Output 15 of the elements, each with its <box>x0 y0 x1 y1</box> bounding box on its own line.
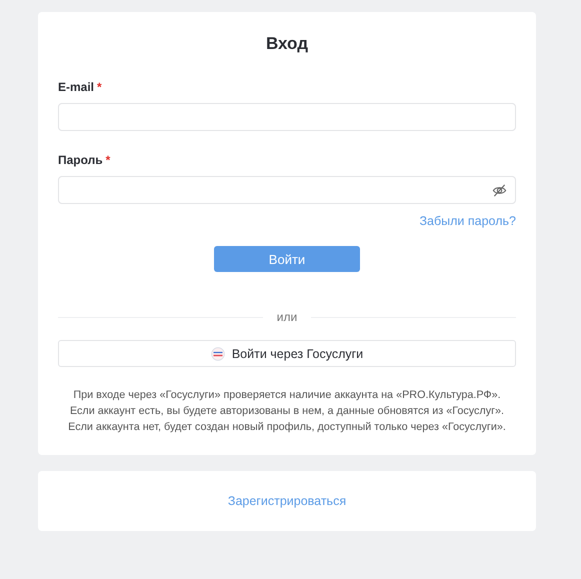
info-text: При входе через «Госуслуги» проверяется наличие аккаунта на «PRO.Культура.РФ». <box>73 389 501 401</box>
login-title: Вход <box>264 34 310 54</box>
field-label: E-mail * <box>58 80 103 94</box>
separator-text: или <box>276 310 298 324</box>
login-button[interactable]: Войти <box>214 246 360 272</box>
email-field[interactable] <box>58 103 516 131</box>
field-label: Пароль * <box>58 153 112 167</box>
password-field[interactable] <box>58 176 516 204</box>
forgot-password-link[interactable]: Забыли пароль? <box>419 214 516 228</box>
register-link[interactable]: Зарегистрироваться <box>228 494 346 508</box>
info-text: Если аккаунта нет, будет создан новый профиль, доступный только через «Госуслуги». <box>68 421 506 433</box>
info-text: Если аккаунт есть, вы будете авторизованы в нем, а данные обновятся из «Госуслуг». <box>70 405 504 417</box>
hidden-eye-icon[interactable] <box>492 182 507 198</box>
gosuslugi-icon <box>210 346 225 360</box>
gosuslugi-login-button[interactable]: Войти через Госуслуги <box>58 340 516 367</box>
